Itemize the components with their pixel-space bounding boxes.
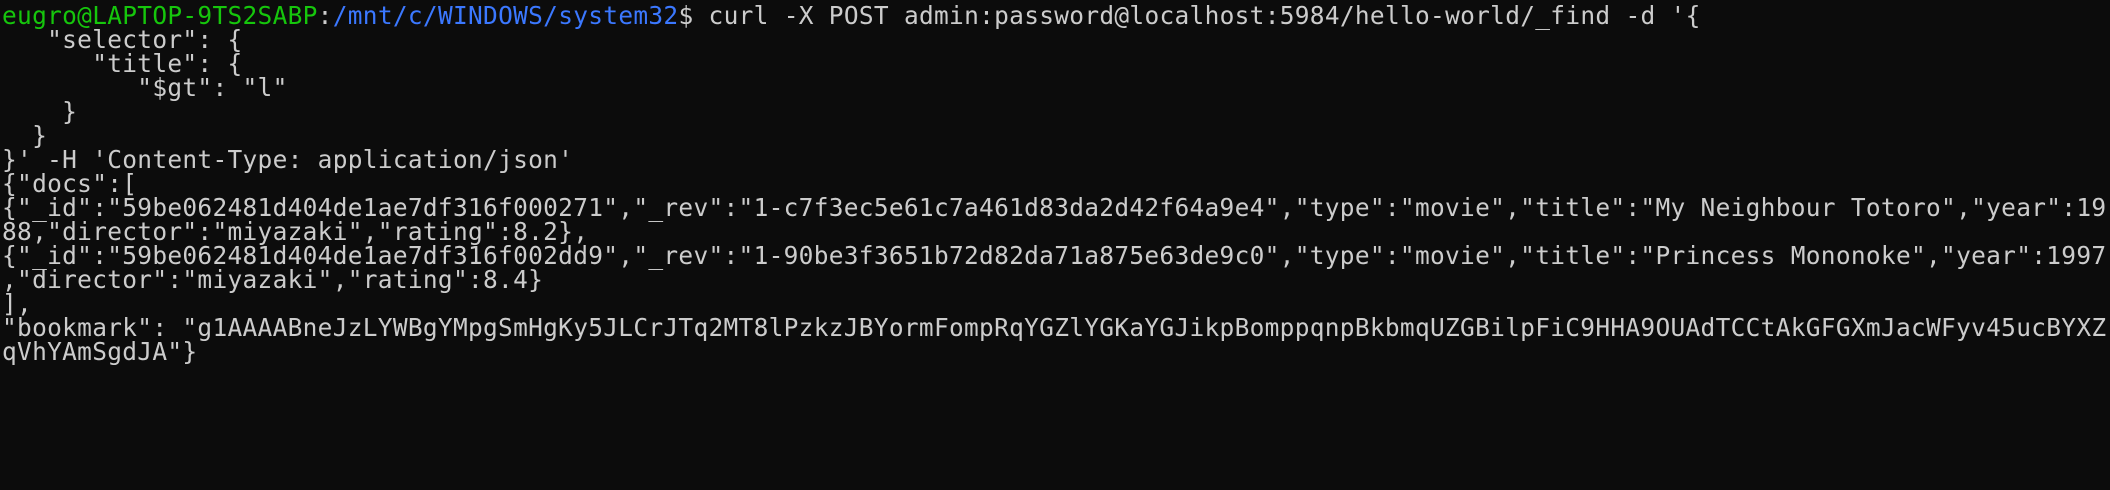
prompt-symbol: $ [678, 1, 694, 30]
prompt-cwd: /mnt/c/WINDOWS/system32 [332, 1, 679, 30]
output-line: "bookmark": "g1AAAABneJzLYWBgYMpgSmHgKy5… [2, 313, 2107, 342]
command-text: curl -X POST admin:password@localhost:59… [693, 1, 1701, 30]
output-line: qVhYAmSgdJA"} [2, 337, 198, 366]
prompt-separator: : [317, 1, 333, 30]
terminal-window[interactable]: eugro@LAPTOP-9TS2SABP:/mnt/c/WINDOWS/sys… [0, 0, 2110, 490]
prompt-line: eugro@LAPTOP-9TS2SABP:/mnt/c/WINDOWS/sys… [2, 0, 1701, 32]
output-line: ,"director":"miyazaki","rating":8.4} [2, 265, 544, 294]
